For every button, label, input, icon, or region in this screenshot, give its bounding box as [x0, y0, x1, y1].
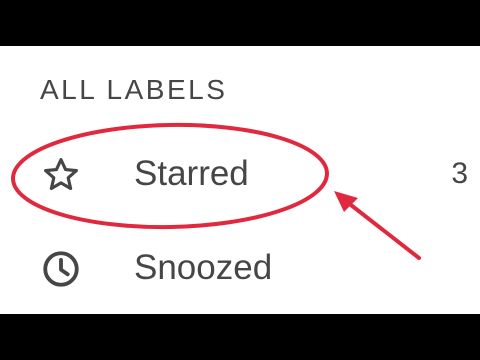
video-frame: ALL LABELS Starred 3 Snoozed	[0, 0, 480, 360]
clock-icon	[43, 251, 79, 287]
star-icon	[44, 158, 78, 191]
nav-label-snoozed: Snoozed	[134, 248, 273, 287]
nav-item-starred[interactable]: Starred 3	[0, 135, 480, 215]
section-header-all-labels: ALL LABELS	[40, 74, 228, 105]
nav-item-snoozed[interactable]: Snoozed	[0, 230, 480, 310]
nav-label-starred: Starred	[134, 154, 249, 193]
labels-panel: ALL LABELS Starred 3 Snoozed	[0, 46, 480, 314]
starred-count: 3	[451, 157, 468, 190]
